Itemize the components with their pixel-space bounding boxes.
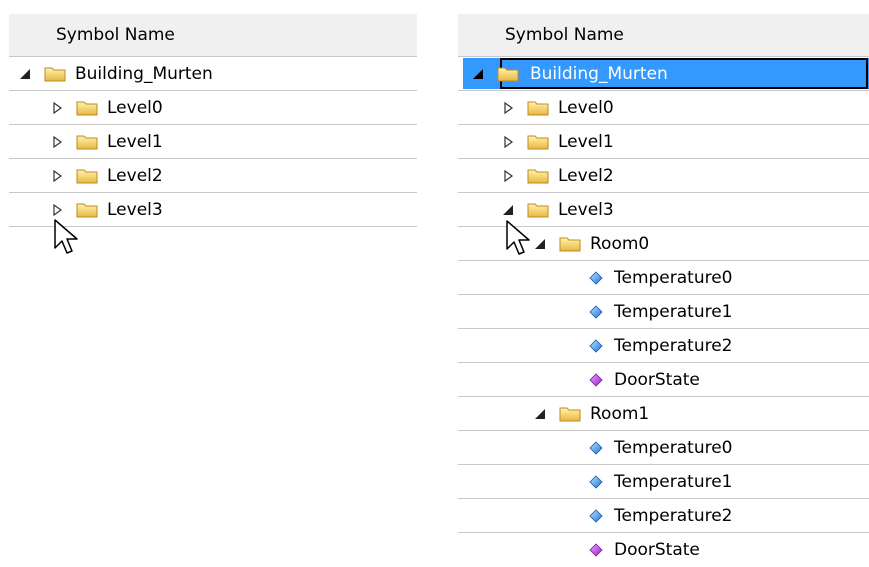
tree-item-label: Temperature1 xyxy=(614,301,733,322)
tree-row-level1[interactable]: Level1 xyxy=(458,125,869,159)
mouse-cursor-icon xyxy=(506,220,530,255)
folder-icon xyxy=(76,100,98,116)
tree-item-label: Temperature1 xyxy=(614,471,733,492)
tree-item-label: Level1 xyxy=(107,131,163,152)
right-tree-panel: Symbol Name Building_Murten Level0 Level… xyxy=(458,14,869,567)
tree-row-level1[interactable]: Level1 xyxy=(9,125,417,159)
folder-icon xyxy=(559,236,581,252)
expanded-arrow-icon[interactable] xyxy=(18,67,32,81)
tree-row-symbol[interactable]: Temperature1 xyxy=(458,465,869,499)
tree-item-label: Level1 xyxy=(558,131,614,152)
column-header-label: Symbol Name xyxy=(505,25,624,45)
tree-row-symbol[interactable]: Temperature1 xyxy=(458,295,869,329)
tree-item-label: Temperature2 xyxy=(614,335,733,356)
tree-item-label: Level3 xyxy=(558,199,614,220)
collapsed-arrow-icon[interactable] xyxy=(50,203,64,217)
tree-row-building[interactable]: Building_Murten xyxy=(9,57,417,91)
tree-item-label: Building_Murten xyxy=(530,63,668,84)
tree-item-label: DoorState xyxy=(614,540,700,560)
tree-row-symbol[interactable]: Temperature0 xyxy=(458,431,869,465)
tree-item-label: DoorState xyxy=(614,369,700,390)
column-header-label: Symbol Name xyxy=(56,25,175,45)
expanded-arrow-icon[interactable] xyxy=(533,237,547,251)
tree-row-building-selected[interactable]: Building_Murten xyxy=(458,57,869,91)
tree-item-label: Room1 xyxy=(590,403,650,424)
tree-item-label: Level0 xyxy=(107,97,163,118)
blue-diamond-icon xyxy=(589,304,603,319)
blue-diamond-icon xyxy=(589,508,603,523)
purple-diamond-icon xyxy=(589,543,603,557)
column-header-symbol-name[interactable]: Symbol Name xyxy=(9,14,417,57)
folder-icon xyxy=(44,66,66,82)
tree-item-label: Level3 xyxy=(107,199,163,220)
tree-row-level2[interactable]: Level2 xyxy=(458,159,869,193)
collapsed-arrow-icon[interactable] xyxy=(501,169,515,183)
left-tree-panel: Symbol Name Building_Murten Level0 Level… xyxy=(9,14,417,227)
tree-row-symbol[interactable]: Temperature2 xyxy=(458,499,869,533)
collapsed-arrow-icon[interactable] xyxy=(50,135,64,149)
mouse-cursor-icon xyxy=(54,219,78,254)
folder-icon xyxy=(76,168,98,184)
collapsed-arrow-icon[interactable] xyxy=(50,169,64,183)
tree-item-label: Room0 xyxy=(590,233,650,254)
tree-item-label: Temperature2 xyxy=(614,505,733,526)
tree-item-label: Level2 xyxy=(107,165,163,186)
folder-icon xyxy=(527,168,549,184)
tree-row-level0[interactable]: Level0 xyxy=(9,91,417,125)
tree-item-label: Building_Murten xyxy=(75,63,213,84)
column-header-symbol-name[interactable]: Symbol Name xyxy=(458,14,869,57)
tree-row-level0[interactable]: Level0 xyxy=(458,91,869,125)
tree-row-symbol[interactable]: Temperature0 xyxy=(458,261,869,295)
blue-diamond-icon xyxy=(589,440,603,455)
folder-icon xyxy=(527,134,549,150)
purple-diamond-icon xyxy=(589,372,603,387)
tree-row-level2[interactable]: Level2 xyxy=(9,159,417,193)
tree-row-symbol[interactable]: Temperature2 xyxy=(458,329,869,363)
collapsed-arrow-icon[interactable] xyxy=(501,135,515,149)
tree-row-room1[interactable]: Room1 xyxy=(458,397,869,431)
collapsed-arrow-icon[interactable] xyxy=(501,101,515,115)
tree-item-label: Temperature0 xyxy=(614,437,733,458)
folder-icon xyxy=(527,100,549,116)
folder-icon xyxy=(76,134,98,150)
blue-diamond-icon xyxy=(589,270,603,285)
folder-icon xyxy=(559,406,581,422)
tree-item-label: Level0 xyxy=(558,97,614,118)
folder-icon xyxy=(527,202,549,218)
tree-item-label: Temperature0 xyxy=(614,267,733,288)
folder-icon xyxy=(76,202,98,218)
expanded-arrow-icon[interactable] xyxy=(471,67,485,81)
folder-icon xyxy=(497,66,519,82)
tree-row-symbol[interactable]: DoorState xyxy=(458,533,869,567)
expanded-arrow-icon[interactable] xyxy=(533,407,547,421)
collapsed-arrow-icon[interactable] xyxy=(50,101,64,115)
expanded-arrow-icon[interactable] xyxy=(501,203,515,217)
blue-diamond-icon xyxy=(589,338,603,353)
tree-item-label: Level2 xyxy=(558,165,614,186)
tree-row-symbol[interactable]: DoorState xyxy=(458,363,869,397)
blue-diamond-icon xyxy=(589,474,603,489)
